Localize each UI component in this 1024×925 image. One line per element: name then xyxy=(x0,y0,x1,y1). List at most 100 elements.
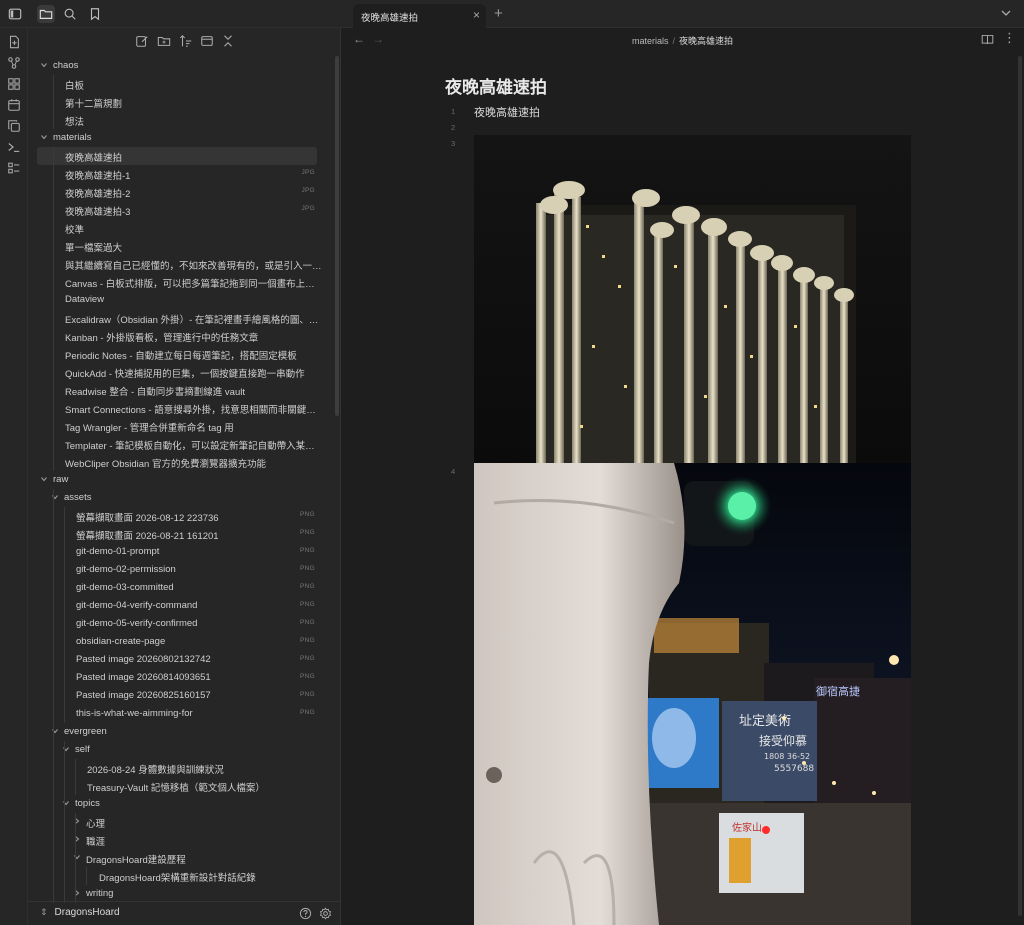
file-item[interactable]: this-is-what-we-aimming-for PNG xyxy=(28,705,333,723)
file-item[interactable]: git-demo-05-verify-confirmed PNG xyxy=(28,615,333,633)
file-item[interactable]: Treasury-Vault 記憶移植（範文個人檔案） xyxy=(28,777,333,795)
file-item[interactable]: git-demo-03-committed PNG xyxy=(28,579,333,597)
tree-item-label: Pasted image 20260814093651 xyxy=(76,672,211,683)
folder-item[interactable]: 職涯 xyxy=(28,831,333,849)
reading-view-icon[interactable] xyxy=(981,33,994,46)
file-item[interactable]: WebCliper Obsidian 官方的免費瀏覽器擴充功能 xyxy=(28,453,333,471)
tab-close-icon[interactable]: × xyxy=(473,8,480,22)
files-icon[interactable] xyxy=(37,5,55,23)
title-bar: 夜晚高雄速拍 × + xyxy=(0,0,1024,28)
file-item[interactable]: Kanban - 外掛版看板，管理進行中的任務文章 xyxy=(28,327,333,345)
calendar-icon[interactable] xyxy=(7,98,21,112)
file-item[interactable]: Templater - 筆記模板自動化，可以設定新筆記自動帶入某種格式 xyxy=(28,435,333,453)
more-options-icon[interactable]: ⋮ xyxy=(1003,30,1016,46)
file-item[interactable]: 想法 xyxy=(28,111,333,129)
copy-icon[interactable] xyxy=(7,119,21,133)
editor-scrollbar[interactable] xyxy=(1018,56,1022,916)
file-item[interactable]: Pasted image 20260825160157 PNG xyxy=(28,687,333,705)
new-note-icon[interactable] xyxy=(7,35,21,49)
tree-item-label: 夜晚高雄速拍-2 xyxy=(65,189,131,200)
file-item[interactable]: 螢幕擷取畫面 2026-08-12 223736 PNG xyxy=(28,507,333,525)
auto-reveal-icon[interactable] xyxy=(200,34,214,48)
file-item[interactable]: Pasted image 20260802132742 PNG xyxy=(28,651,333,669)
file-item[interactable]: 螢幕擷取畫面 2026-08-21 161201 PNG xyxy=(28,525,333,543)
indent-guide xyxy=(53,75,54,129)
folder-item[interactable]: 心理 xyxy=(28,813,333,831)
file-item[interactable]: git-demo-01-prompt PNG xyxy=(28,543,333,561)
new-folder-icon[interactable] xyxy=(157,34,171,48)
new-note-icon[interactable] xyxy=(135,34,149,48)
file-item[interactable]: 夜晚高雄速拍-2 JPG xyxy=(28,183,333,201)
explorer-actions xyxy=(28,28,341,54)
file-item[interactable]: 校準 xyxy=(28,219,333,237)
sidebar-toggle-icon[interactable] xyxy=(6,5,24,23)
file-item[interactable]: obsidian-create-page PNG xyxy=(28,633,333,651)
new-tab-icon[interactable]: + xyxy=(494,5,503,22)
chevron-down-icon[interactable] xyxy=(40,133,48,141)
chevron-down-icon[interactable] xyxy=(1000,6,1012,24)
chevron-down-icon[interactable] xyxy=(40,475,48,483)
terminal-icon[interactable] xyxy=(7,140,21,154)
file-item[interactable]: Readwise 整合 - 自動同步書摘劃線進 vault xyxy=(28,381,333,399)
file-extension-badge: PNG xyxy=(300,583,315,590)
file-item[interactable]: 夜晚高雄速拍-3 JPG xyxy=(28,201,333,219)
indent-guide xyxy=(64,507,65,723)
folder-item[interactable]: raw xyxy=(28,471,333,489)
sort-icon[interactable] xyxy=(179,34,193,48)
file-item[interactable]: 白板 xyxy=(28,75,333,93)
embedded-image-skyscraper[interactable] xyxy=(474,135,911,463)
file-item[interactable]: 與其繼續寫自己已經懂的，不如來改善現有的，或是引入一些新... xyxy=(28,255,333,273)
bookmark-icon[interactable] xyxy=(86,5,104,23)
file-item[interactable]: Canvas - 白板式排版，可以把多篇筆記拖到同一個畫布上拼關聯 xyxy=(28,273,333,291)
file-item[interactable]: Smart Connections - 語意搜尋外掛，找意思相關而非關鍵字相..… xyxy=(28,399,333,417)
collapse-all-icon[interactable] xyxy=(221,34,235,48)
file-item[interactable]: 2026-08-24 身體數據與訓練狀況 xyxy=(28,759,333,777)
file-item[interactable]: git-demo-02-permission PNG xyxy=(28,561,333,579)
graph-icon[interactable] xyxy=(7,56,21,70)
file-item[interactable]: Periodic Notes - 自動建立每日每週筆記，搭配固定模板 xyxy=(28,345,333,363)
folder-item[interactable]: materials xyxy=(28,129,333,147)
tab-note[interactable]: 夜晚高雄速拍 × xyxy=(353,4,486,28)
embedded-image-city-night[interactable]: 址定美術 接受仰慕 1808 36-52 5557688 御宿高捷 佐家山 xyxy=(474,463,911,925)
file-item[interactable]: git-demo-04-verify-command PNG xyxy=(28,597,333,615)
chevron-down-icon[interactable] xyxy=(40,61,48,69)
file-item[interactable]: Dataview xyxy=(28,291,333,309)
tree-item-label: 夜晚高雄速拍-1 xyxy=(65,171,131,182)
breadcrumb-file[interactable]: 夜晚高雄速拍 xyxy=(679,36,733,46)
tree-item-label: DragonsHoard架構重新設計對話紀錄 xyxy=(99,873,256,884)
folder-item[interactable]: topics xyxy=(28,795,333,813)
canvas-icon[interactable] xyxy=(7,77,21,91)
folder-item[interactable]: DragonsHoard建設歷程 xyxy=(28,849,333,867)
file-item[interactable]: 夜晚高雄速拍 xyxy=(37,147,317,165)
file-item[interactable]: QuickAdd - 快速捕捉用的巨集，一個按鍵直接跑一串動作 xyxy=(28,363,333,381)
tree-item-label: Periodic Notes - 自動建立每日每週筆記，搭配固定模板 xyxy=(65,351,297,362)
ribbon xyxy=(0,28,28,925)
tree-item-label: Dataview xyxy=(65,294,105,305)
help-icon[interactable] xyxy=(299,907,312,920)
tree-item-label: Treasury-Vault 記憶移植（範文個人檔案） xyxy=(87,783,265,794)
folder-item[interactable]: evergreen xyxy=(28,723,333,741)
file-item[interactable]: DragonsHoard架構重新設計對話紀錄 xyxy=(28,867,333,885)
breadcrumb: materials / 夜晚高雄速拍 xyxy=(341,34,1024,47)
file-item[interactable]: 單一檔案過大 xyxy=(28,237,333,255)
file-item[interactable]: 夜晚高雄速拍-1 JPG xyxy=(28,165,333,183)
breadcrumb-folder[interactable]: materials xyxy=(632,36,669,46)
settings-gear-icon[interactable] xyxy=(319,907,332,920)
file-item[interactable]: Tag Wrangler - 管理合併重新命名 tag 用 xyxy=(28,417,333,435)
folder-item[interactable]: chaos xyxy=(28,57,333,75)
tree-item-label: 單一檔案過大 xyxy=(65,243,123,254)
note-line-text[interactable]: 夜晚高雄速拍 xyxy=(474,104,540,120)
vault-switcher[interactable]: ⇕ DragonsHoard xyxy=(40,907,120,918)
folder-item[interactable]: assets xyxy=(28,489,333,507)
tree-item-label: 想法 xyxy=(65,117,85,128)
tree-item-label: Kanban - 外掛版看板，管理進行中的任務文章 xyxy=(65,333,259,344)
list-icon[interactable] xyxy=(7,161,21,175)
file-item[interactable]: 第十二篇規劃 xyxy=(28,93,333,111)
file-item[interactable]: Excalidraw（Obsidian 外掛）- 在筆記裡畫手繪風格的圖、流程.… xyxy=(28,309,333,327)
folder-item[interactable]: self xyxy=(28,741,333,759)
note-title[interactable]: 夜晚高雄速拍 xyxy=(445,73,547,98)
sidebar-scrollbar[interactable] xyxy=(335,56,339,416)
file-item[interactable]: Pasted image 20260814093651 PNG xyxy=(28,669,333,687)
billboard-phone-2: 5557688 xyxy=(774,764,814,774)
search-icon[interactable] xyxy=(61,5,79,23)
